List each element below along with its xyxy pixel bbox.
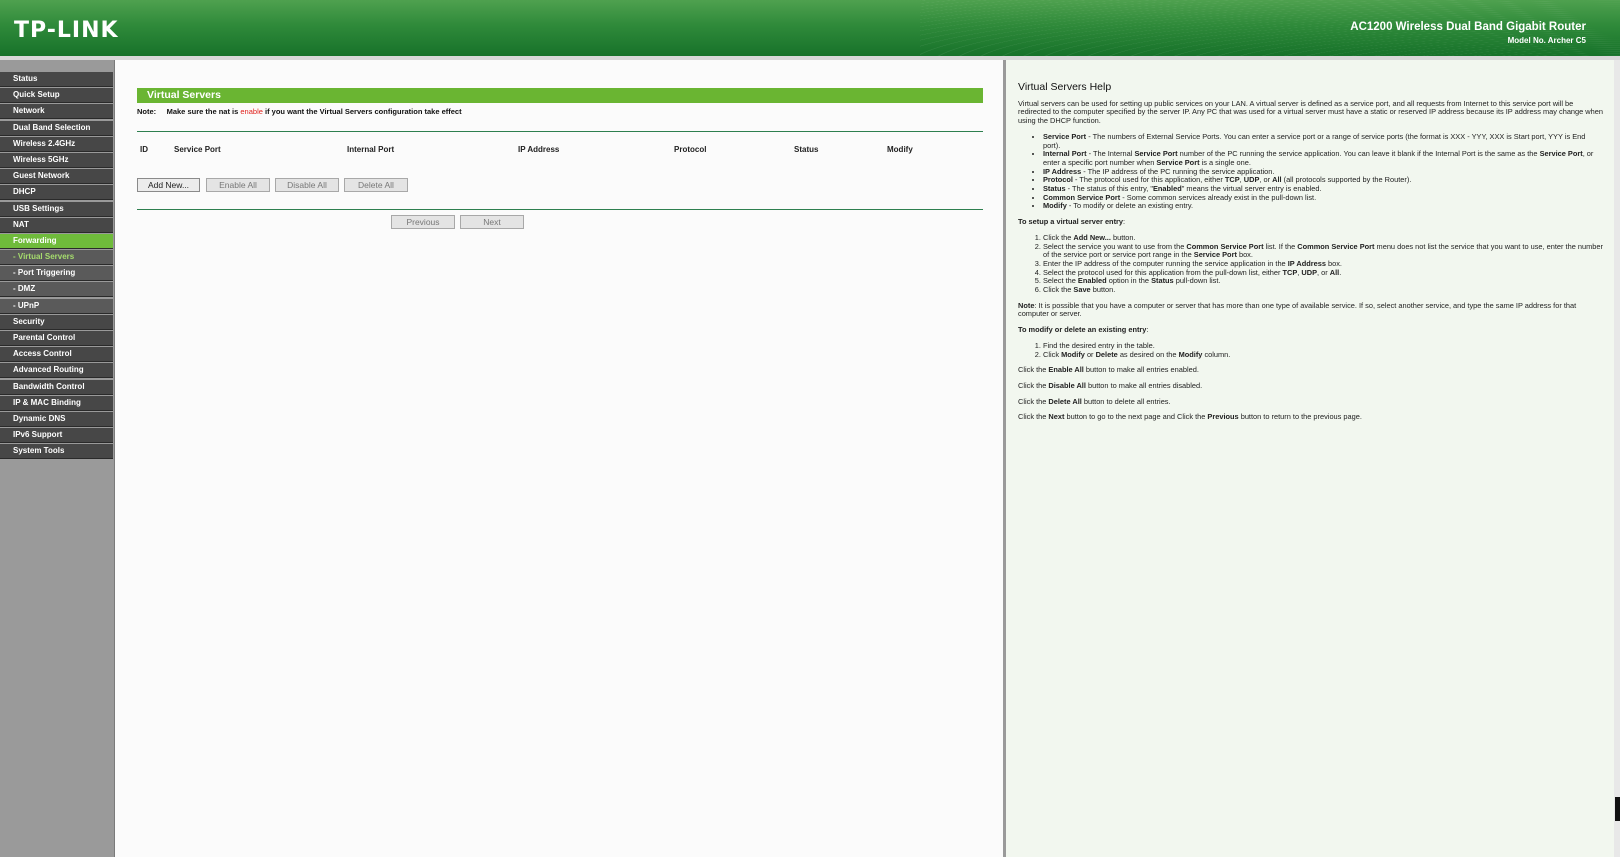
sidebar-item-advanced-routing[interactable]: Advanced Routing — [0, 363, 113, 379]
sidebar-item-network[interactable]: Network — [0, 104, 113, 120]
help-item: Modify - To modify or delete an existing… — [1043, 202, 1603, 211]
sidebar-item-nat[interactable]: NAT — [0, 217, 113, 233]
main-panel: Virtual Servers Note: Make sure the nat … — [115, 60, 1005, 857]
note-enable-word: enable — [240, 107, 263, 116]
sidebar-item-usb-settings[interactable]: USB Settings — [0, 201, 113, 217]
sidebar-item-forwarding[interactable]: Forwarding — [0, 233, 113, 249]
column-header-protocol: Protocol — [674, 145, 707, 154]
sidebar-item-wireless-5ghz[interactable]: Wireless 5GHz — [0, 152, 113, 168]
note-prefix: Note: — [137, 107, 157, 116]
sidebar-item-system-tools[interactable]: System Tools — [0, 444, 113, 460]
sidebar-item-quick-setup[interactable]: Quick Setup — [0, 88, 113, 104]
disable-all-help: Click the Disable All button to make all… — [1018, 380, 1203, 390]
column-header-modify: Modify — [887, 145, 913, 154]
sidebar-item-status[interactable]: Status — [0, 72, 113, 87]
next-button[interactable]: Next — [460, 215, 524, 229]
help-item: Internal Port - The Internal Service Por… — [1043, 149, 1603, 167]
nat-note: Note: Make sure the nat is enable if you… — [137, 107, 462, 116]
sidebar-item-ipv6-support[interactable]: IPv6 Support — [0, 428, 113, 444]
table-top-divider — [137, 131, 983, 132]
help-note: Note: It is possible that you have a com… — [1018, 300, 1577, 319]
table-bottom-divider — [137, 209, 983, 210]
sidebar-item-guest-network[interactable]: Guest Network — [0, 169, 113, 185]
help-panel: Virtual Servers Help Virtual servers can… — [1005, 60, 1620, 857]
help-field-list: Service Port - The numbers of External S… — [1018, 132, 1603, 211]
help-title: Virtual Servers Help — [1018, 81, 1112, 93]
navigation-help: Click the Next button to go to the next … — [1018, 412, 1362, 422]
column-header-status: Status — [794, 145, 819, 154]
sidebar-item-parental-control[interactable]: Parental Control — [0, 331, 113, 346]
product-name: AC1200 Wireless Dual Band Gigabit Router — [1350, 21, 1586, 33]
help-step: Select the Enabled option in the Status … — [1043, 277, 1603, 286]
sidebar-item-virtual-servers[interactable]: - Virtual Servers — [0, 250, 113, 266]
enable-all-help: Click the Enable All button to make all … — [1018, 365, 1199, 375]
column-header-service-port: Service Port — [174, 145, 221, 154]
sidebar-item-upnp[interactable]: - UPnP — [0, 298, 113, 314]
disable-all-button[interactable]: Disable All — [275, 178, 339, 192]
help-item: Service Port - The numbers of External S… — [1043, 132, 1603, 150]
help-step: Click Modify or Delete as desired on the… — [1043, 350, 1603, 360]
enable-all-button[interactable]: Enable All — [206, 178, 270, 192]
modify-steps-list: Find the desired entry in the table.Clic… — [1018, 341, 1603, 360]
setup-heading: To setup a virtual server entry: — [1018, 217, 1126, 227]
sidebar-item-dynamic-dns[interactable]: Dynamic DNS — [0, 411, 113, 427]
help-step: Select the service you want to use from … — [1043, 242, 1603, 260]
sidebar-item-dmz[interactable]: - DMZ — [0, 282, 113, 298]
sidebar-item-bandwidth-control[interactable]: Bandwidth Control — [0, 379, 113, 395]
note-text-2: if you want the Virtual Servers configur… — [265, 107, 462, 116]
delete-all-button[interactable]: Delete All — [344, 178, 408, 192]
add-new-button[interactable]: Add New... — [137, 178, 200, 192]
column-header-ip-address: IP Address — [518, 145, 560, 154]
setup-steps-list: Click the Add New... button.Select the s… — [1018, 233, 1603, 295]
help-intro: Virtual servers can be used for setting … — [1018, 98, 1603, 126]
modify-heading: To modify or delete an existing entry: — [1018, 325, 1149, 335]
previous-button[interactable]: Previous — [391, 215, 455, 229]
sidebar-menu: Status Quick Setup Network Dual Band Select… — [0, 72, 113, 461]
sidebar-item-dhcp[interactable]: DHCP — [0, 185, 113, 201]
header-banner: TP-LINK AC1200 Wireless Dual Band Gigabi… — [0, 0, 1620, 56]
delete-all-help: Click the Delete All button to delete al… — [1018, 396, 1171, 406]
sidebar-item-wireless-2-4ghz[interactable]: Wireless 2.4GHz — [0, 136, 113, 152]
sidebar-item-dual-band-selection[interactable]: Dual Band Selection — [0, 120, 113, 136]
sidebar-item-port-triggering[interactable]: - Port Triggering — [0, 266, 113, 282]
sidebar: Status Quick Setup Network Dual Band Select… — [0, 60, 115, 857]
sidebar-item-ip-mac-binding[interactable]: IP & MAC Binding — [0, 395, 113, 411]
tp-link-logo: TP-LINK — [14, 18, 119, 43]
sidebar-item-security[interactable]: Security — [0, 314, 113, 330]
note-text-1: Make sure the nat is — [166, 107, 239, 116]
model-number: Model No. Archer C5 — [1507, 36, 1586, 45]
sidebar-item-access-control[interactable]: Access Control — [0, 347, 113, 363]
help-step: Click the Save button. — [1043, 285, 1603, 295]
page-title: Virtual Servers — [137, 88, 983, 103]
column-header-id: ID — [140, 145, 148, 154]
help-content: Virtual Servers Help Virtual servers can… — [1018, 81, 1603, 429]
help-scrollbar[interactable] — [1614, 60, 1620, 857]
column-header-internal-port: Internal Port — [347, 145, 395, 154]
